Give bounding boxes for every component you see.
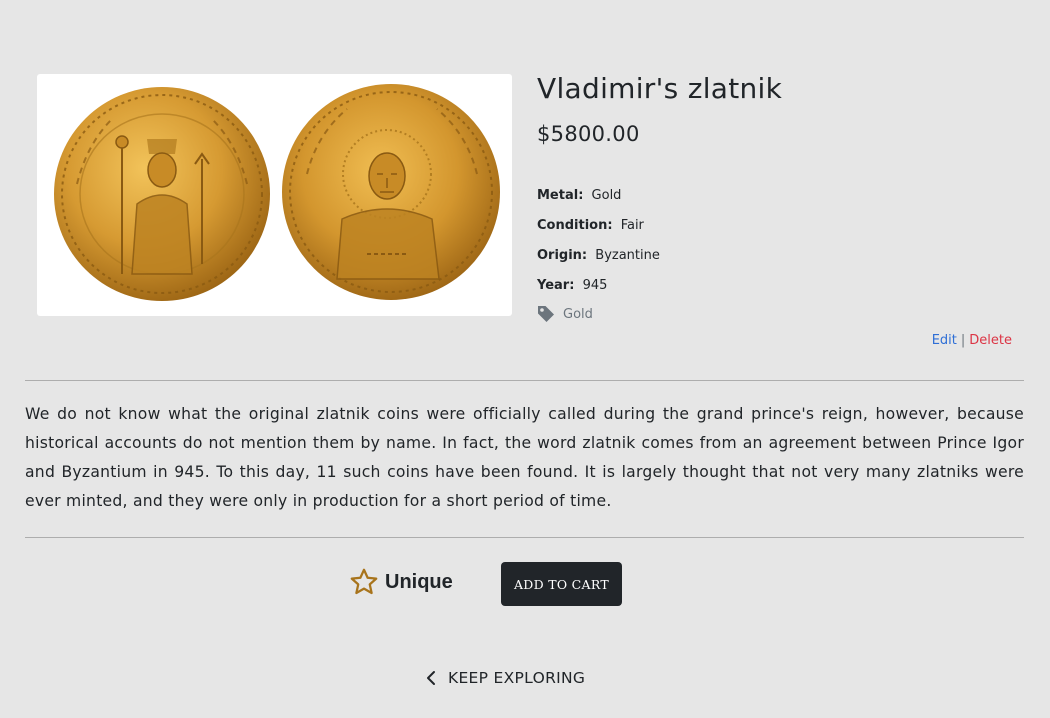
- star-outline-icon: [350, 568, 378, 595]
- unique-label: Unique: [385, 570, 453, 593]
- spec-condition: Condition: Fair: [537, 216, 660, 246]
- keep-exploring-label: KEEP EXPLORING: [448, 669, 586, 687]
- spec-value: Fair: [620, 218, 644, 233]
- coin-obverse: [54, 87, 270, 301]
- product-title: Vladimir's zlatnik: [537, 72, 783, 105]
- product-tag[interactable]: Gold: [537, 302, 660, 326]
- product-specs: Metal: Gold Condition: Fair Origin: Byza…: [537, 186, 660, 326]
- add-to-cart-button[interactable]: ADD TO CART: [501, 562, 622, 606]
- spec-label: Year:: [537, 278, 575, 293]
- tag-icon: [538, 306, 554, 322]
- chevron-left-icon: [427, 671, 435, 685]
- spec-value: 945: [582, 278, 608, 293]
- spec-label: Condition:: [537, 218, 613, 233]
- spec-value: Byzantine: [595, 248, 660, 263]
- coin-reverse: [282, 84, 500, 300]
- spec-origin: Origin: Byzantine: [537, 246, 660, 276]
- spec-value: Gold: [591, 188, 622, 203]
- divider-bottom: [25, 537, 1024, 538]
- product-price: $5800.00: [537, 122, 640, 146]
- spec-label: Metal:: [537, 188, 584, 203]
- spec-label: Origin:: [537, 248, 588, 263]
- tag-label: Gold: [563, 306, 593, 322]
- keep-exploring-link[interactable]: KEEP EXPLORING: [426, 666, 585, 690]
- product-description: We do not know what the original zlatnik…: [25, 405, 1024, 510]
- edit-link[interactable]: Edit: [932, 333, 957, 348]
- product-image: [37, 74, 512, 316]
- divider-top: [25, 380, 1024, 381]
- link-separator: |: [960, 333, 966, 348]
- spec-metal: Metal: Gold: [537, 186, 660, 216]
- delete-link[interactable]: Delete: [969, 333, 1012, 348]
- coin-photo: [54, 84, 500, 301]
- admin-links: Edit | Delete: [932, 333, 1012, 348]
- unique-badge: Unique: [349, 564, 453, 600]
